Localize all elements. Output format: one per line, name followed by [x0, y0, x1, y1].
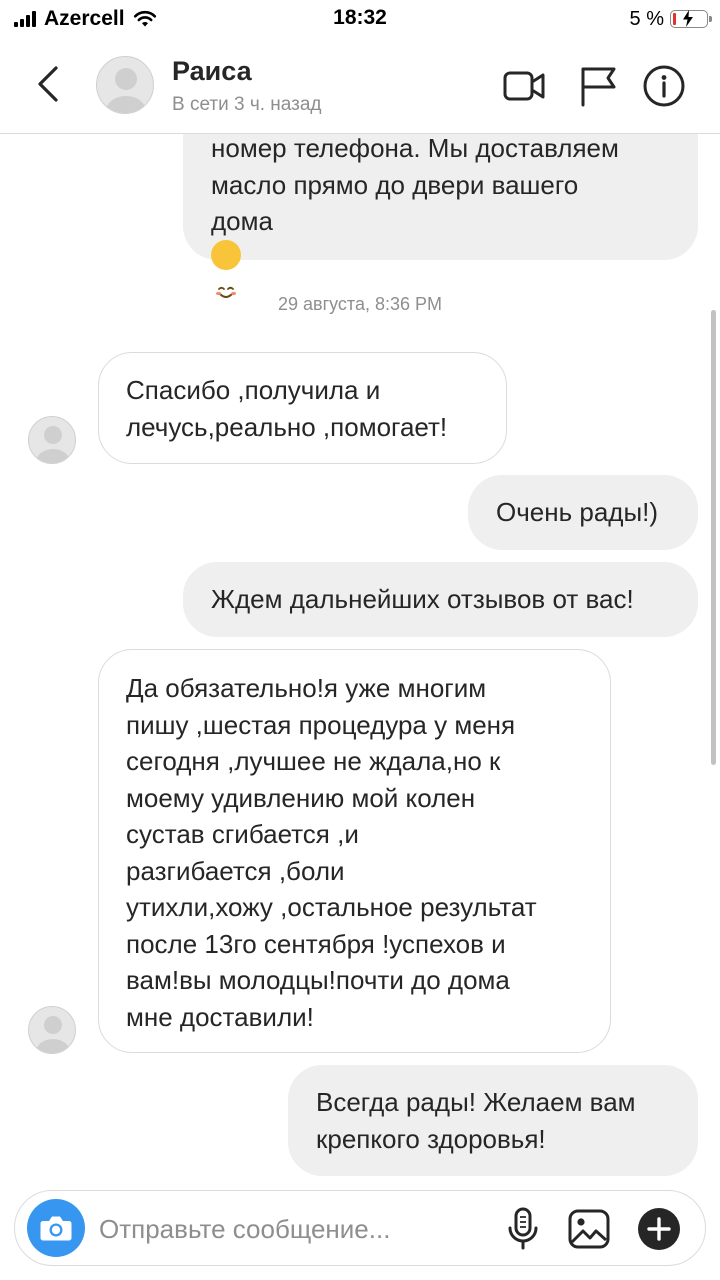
message-text: Всегда рады! Желаем вам крепкого здоровь… [316, 1087, 636, 1154]
message-text: Ждем дальнейших отзывов от вас! [211, 584, 634, 614]
message-bubble-outgoing[interactable]: Очень рады!) [468, 475, 698, 550]
message-text: Спасибо ,получила и лечусь,реально ,помо… [126, 375, 448, 442]
default-avatar-icon [36, 426, 70, 463]
charging-bolt-icon [683, 10, 693, 27]
gallery-icon [568, 1209, 610, 1249]
battery-percent: 5 % [629, 7, 664, 30]
camera-icon [40, 1216, 72, 1241]
contact-name[interactable]: Раиса [172, 56, 252, 87]
message-composer [14, 1190, 706, 1266]
gallery-button[interactable] [565, 1205, 613, 1253]
sender-avatar[interactable] [28, 1006, 76, 1054]
message-bubble-incoming[interactable]: Да обязательно!я уже многим пишу ,шестая… [98, 649, 611, 1053]
sender-avatar[interactable] [28, 416, 76, 464]
battery-level-fill [673, 13, 676, 25]
clock: 18:32 [333, 6, 387, 29]
info-icon[interactable] [642, 64, 686, 108]
contact-last-seen: В сети 3 ч. назад [172, 94, 322, 115]
microphone-button[interactable] [499, 1205, 547, 1253]
message-input[interactable] [99, 1211, 459, 1247]
chat-header: Раиса В сети 3 ч. назад [0, 40, 720, 134]
date-separator: 29 августа, 8:36 PM [277, 294, 443, 314]
message-text: Очень рады!) [496, 497, 659, 527]
add-button[interactable] [635, 1205, 683, 1253]
flag-icon[interactable] [576, 64, 620, 108]
contact-avatar[interactable] [96, 56, 154, 114]
video-call-icon[interactable] [502, 64, 546, 108]
microphone-icon [508, 1207, 538, 1250]
status-right: 5 % [629, 6, 712, 32]
camera-button[interactable] [27, 1199, 85, 1257]
message-text: Да обязательно!я уже многим пишу ,шестая… [126, 673, 537, 1032]
default-avatar-icon [36, 1016, 70, 1053]
message-bubble-outgoing[interactable]: Всегда рады! Желаем вам крепкого здоровь… [288, 1065, 698, 1176]
add-icon [638, 1208, 680, 1250]
status-bar: Azercell 18:32 5 % [0, 0, 720, 40]
back-chevron-icon[interactable] [30, 64, 66, 104]
message-bubble-outgoing[interactable]: Ждем дальнейших отзывов от вас! [183, 562, 698, 637]
message-text: номер телефона. Мы доставляем масло прям… [211, 133, 670, 298]
default-avatar-icon [106, 68, 146, 113]
battery-icon [670, 10, 712, 28]
message-bubble-incoming[interactable]: Спасибо ,получила и лечусь,реально ,помо… [98, 352, 507, 464]
smiling-face-emoji [211, 239, 241, 298]
scrollbar[interactable] [711, 310, 716, 765]
